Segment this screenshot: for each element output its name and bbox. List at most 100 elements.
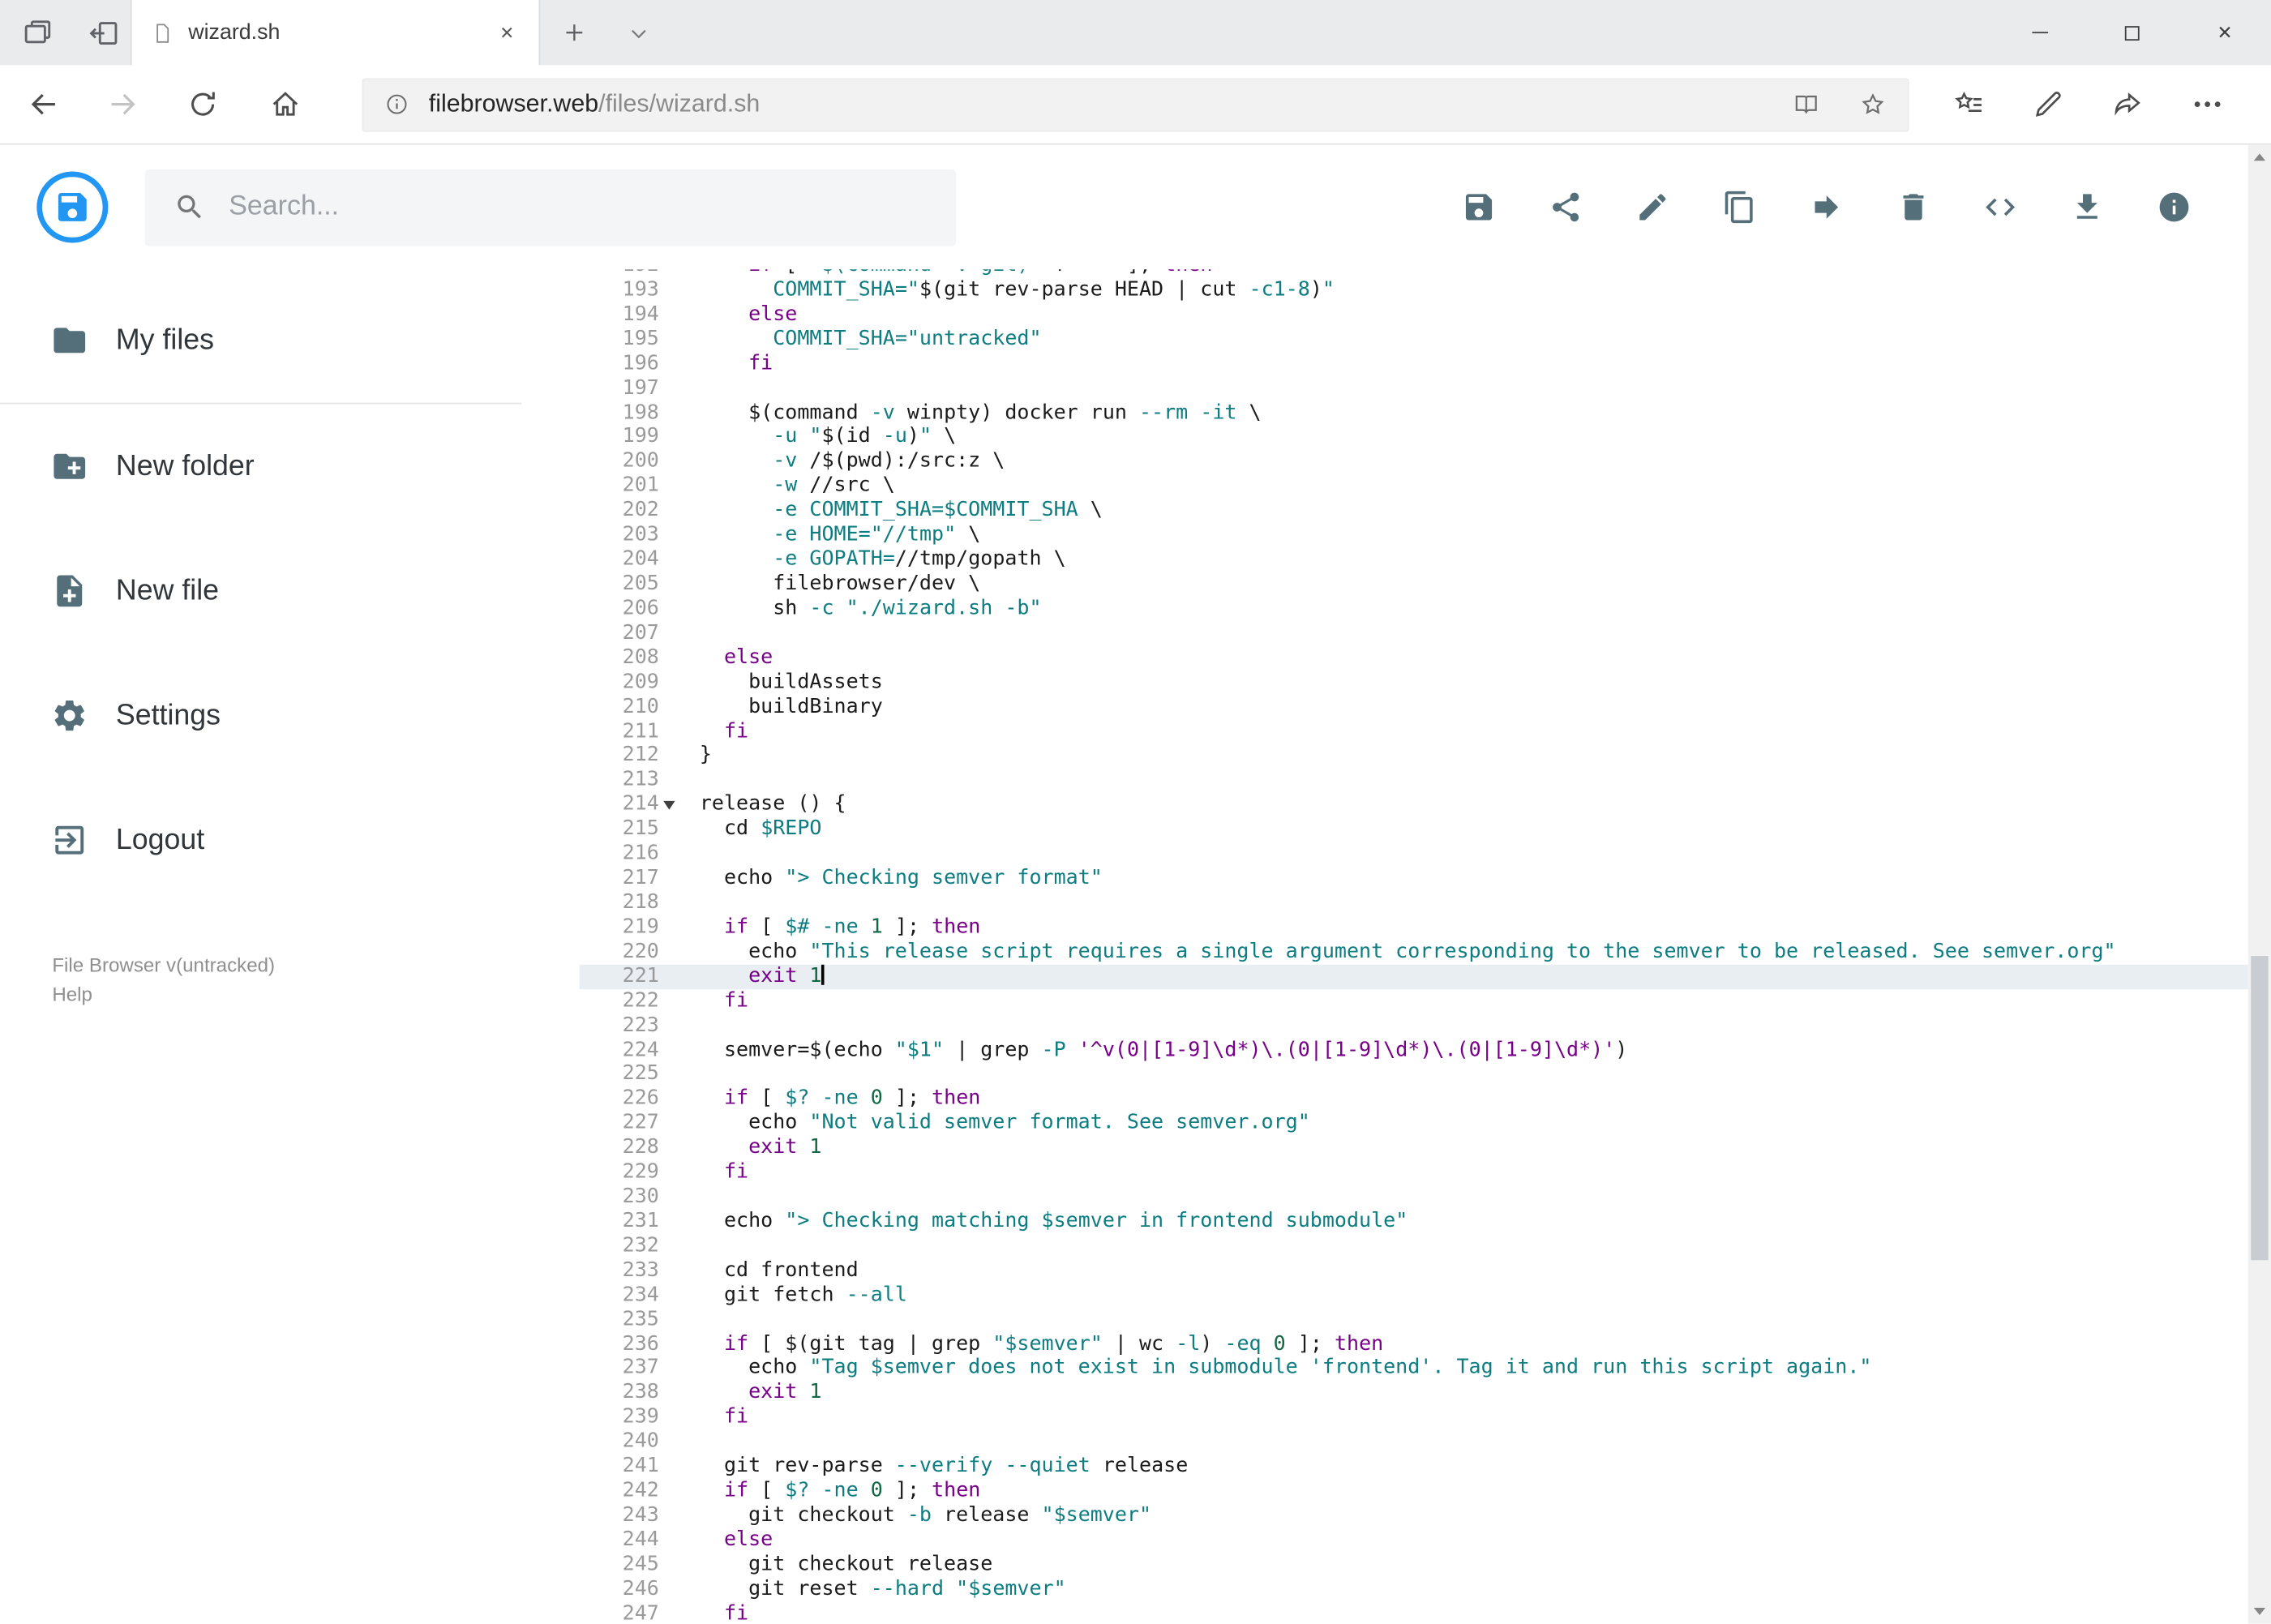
code-line[interactable]: 201 -w //src \ xyxy=(580,474,2248,499)
code-line[interactable]: 193 COMMIT_SHA="$(git rev-parse HEAD | c… xyxy=(580,278,2248,302)
web-note-pen-icon[interactable] xyxy=(2031,87,2066,122)
page-scrollbar[interactable] xyxy=(2247,144,2271,1624)
code-line[interactable]: 239 fi xyxy=(580,1405,2248,1429)
code-line[interactable]: 234 git fetch --all xyxy=(580,1283,2248,1307)
code-icon[interactable] xyxy=(1983,190,2018,225)
code-line[interactable]: 192 if [ "$(command -v git)" != "" ]; th… xyxy=(580,269,2248,278)
sidebar-item-logout[interactable]: Logout xyxy=(0,778,580,902)
code-line[interactable]: 230 xyxy=(580,1185,2248,1209)
code-line[interactable]: 214 release () { xyxy=(580,793,2248,817)
code-line[interactable]: 238 exit 1 xyxy=(580,1381,2248,1405)
code-line[interactable]: 217 echo "> Checking semver format" xyxy=(580,866,2248,890)
code-line[interactable]: 215 cd $REPO xyxy=(580,817,2248,842)
code-line[interactable]: 241 git rev-parse --verify --quiet relea… xyxy=(580,1455,2248,1479)
code-line[interactable]: 208 else xyxy=(580,645,2248,670)
delete-icon[interactable] xyxy=(1896,190,1931,225)
tab-close-icon[interactable]: ✕ xyxy=(494,19,520,45)
code-line[interactable]: 232 xyxy=(580,1234,2248,1258)
code-line[interactable]: 235 xyxy=(580,1308,2248,1332)
code-line[interactable]: 233 cd frontend xyxy=(580,1258,2248,1283)
move-icon[interactable] xyxy=(1809,190,1844,225)
code-line[interactable]: 228 exit 1 xyxy=(580,1136,2248,1160)
code-line[interactable]: 222 fi xyxy=(580,989,2248,1013)
scrollbar-down-arrow-icon[interactable] xyxy=(2248,1599,2271,1623)
search-bar[interactable] xyxy=(144,169,957,246)
code-line[interactable]: 237 echo "Tag $semver does not exist in … xyxy=(580,1356,2248,1381)
code-line[interactable]: 236 if [ $(git tag | grep "$semver" | wc… xyxy=(580,1332,2248,1356)
share-icon[interactable] xyxy=(1549,190,1583,225)
fold-marker-icon[interactable] xyxy=(663,801,675,811)
code-line[interactable]: 195 COMMIT_SHA="untracked" xyxy=(580,327,2248,351)
home-button[interactable] xyxy=(268,87,303,122)
help-link[interactable]: Help xyxy=(52,980,579,1009)
browser-tab[interactable]: wizard.sh ✕ xyxy=(130,0,541,66)
share-page-icon[interactable] xyxy=(2110,87,2145,122)
copy-icon[interactable] xyxy=(1722,190,1757,225)
code-line[interactable]: 213 xyxy=(580,768,2248,792)
window-maximize-button[interactable] xyxy=(2086,0,2179,65)
code-line[interactable]: 198 $(command -v winpty) docker run --rm… xyxy=(580,401,2248,425)
code-line[interactable]: 199 -u "$(id -u)" \ xyxy=(580,425,2248,449)
code-line[interactable]: 245 git checkout release xyxy=(580,1553,2248,1577)
code-line[interactable]: 243 git checkout -b release "$semver" xyxy=(580,1503,2248,1528)
rename-icon[interactable] xyxy=(1635,190,1670,225)
code-line[interactable]: 203 -e HOME="//tmp" \ xyxy=(580,523,2248,547)
site-info-icon[interactable] xyxy=(383,92,409,118)
code-editor[interactable]: 192 if [ "$(command -v git)" != "" ]; th… xyxy=(579,269,2248,1624)
code-line[interactable]: 196 fi xyxy=(580,352,2248,376)
code-line[interactable]: 212} xyxy=(580,743,2248,768)
hub-favorites-icon[interactable] xyxy=(1951,87,1986,122)
code-line[interactable]: 240 xyxy=(580,1430,2248,1455)
sidebar-item-settings[interactable]: Settings xyxy=(0,653,580,778)
code-line[interactable]: 246 git reset --hard "$semver" xyxy=(580,1577,2248,1601)
code-line[interactable]: 194 else xyxy=(580,302,2248,327)
code-line[interactable]: 207 xyxy=(580,621,2248,645)
code-line[interactable]: 206 sh -c "./wizard.sh -b" xyxy=(580,597,2248,621)
new-tab-button[interactable] xyxy=(547,0,599,65)
sidebar-item-my-files[interactable]: My files xyxy=(0,278,580,403)
code-line[interactable]: 231 echo "> Checking matching $semver in… xyxy=(580,1210,2248,1234)
address-bar[interactable]: filebrowser.web/files/wizard.sh xyxy=(362,77,1909,131)
more-options-icon[interactable] xyxy=(2190,87,2225,122)
window-close-button[interactable]: ✕ xyxy=(2179,0,2271,65)
sidebar-item-new-file[interactable]: New file xyxy=(0,529,580,653)
set-aside-tabs-icon[interactable] xyxy=(87,15,122,50)
code-line[interactable]: 204 -e GOPATH=//tmp/gopath \ xyxy=(580,547,2248,572)
sidebar-item-new-folder[interactable]: New folder xyxy=(0,404,580,529)
code-line[interactable]: 242 if [ $? -ne 0 ]; then xyxy=(580,1479,2248,1503)
search-input[interactable] xyxy=(229,191,867,224)
code-line[interactable]: 224 semver=$(echo "$1" | grep -P '^v(0|[… xyxy=(580,1038,2248,1062)
code-line[interactable]: 221 exit 1 xyxy=(579,964,2248,989)
code-line[interactable]: 225 xyxy=(580,1062,2248,1086)
download-icon[interactable] xyxy=(2070,190,2105,225)
code-line[interactable]: 211 fi xyxy=(580,719,2248,743)
code-line[interactable]: 220 echo "This release script requires a… xyxy=(580,940,2248,964)
code-line[interactable]: 223 xyxy=(580,1013,2248,1038)
code-line[interactable]: 218 xyxy=(580,891,2248,915)
code-line[interactable]: 244 else xyxy=(580,1528,2248,1553)
refresh-button[interactable] xyxy=(186,87,221,122)
code-line[interactable]: 200 -v /$(pwd):/src:z \ xyxy=(580,449,2248,473)
scrollbar-up-arrow-icon[interactable] xyxy=(2248,145,2271,169)
tab-list-chevron-icon[interactable] xyxy=(614,0,663,65)
scrollbar-thumb[interactable] xyxy=(2251,956,2269,1261)
code-line[interactable]: 210 buildBinary xyxy=(580,695,2248,719)
tab-preview-icon[interactable] xyxy=(20,15,55,50)
code-line[interactable]: 216 xyxy=(580,842,2248,866)
forward-button[interactable] xyxy=(105,87,140,122)
save-icon[interactable] xyxy=(1462,190,1497,225)
code-line[interactable]: 247 fi xyxy=(580,1601,2248,1623)
code-line[interactable]: 226 if [ $? -ne 0 ]; then xyxy=(580,1086,2248,1111)
code-line[interactable]: 227 echo "Not valid semver format. See s… xyxy=(580,1112,2248,1136)
code-line[interactable]: 197 xyxy=(580,376,2248,401)
filebrowser-logo-icon[interactable] xyxy=(35,169,110,245)
info-icon[interactable] xyxy=(2157,190,2192,225)
code-line[interactable]: 202 -e COMMIT_SHA=$COMMIT_SHA \ xyxy=(580,499,2248,523)
favorite-star-icon[interactable] xyxy=(1858,90,1888,119)
back-button[interactable] xyxy=(26,87,61,122)
code-line[interactable]: 219 if [ $# -ne 1 ]; then xyxy=(580,915,2248,940)
reading-view-icon[interactable] xyxy=(1792,90,1821,119)
code-line[interactable]: 229 fi xyxy=(580,1160,2248,1185)
code-line[interactable]: 205 filebrowser/dev \ xyxy=(580,572,2248,597)
window-minimize-button[interactable] xyxy=(1993,0,2085,65)
